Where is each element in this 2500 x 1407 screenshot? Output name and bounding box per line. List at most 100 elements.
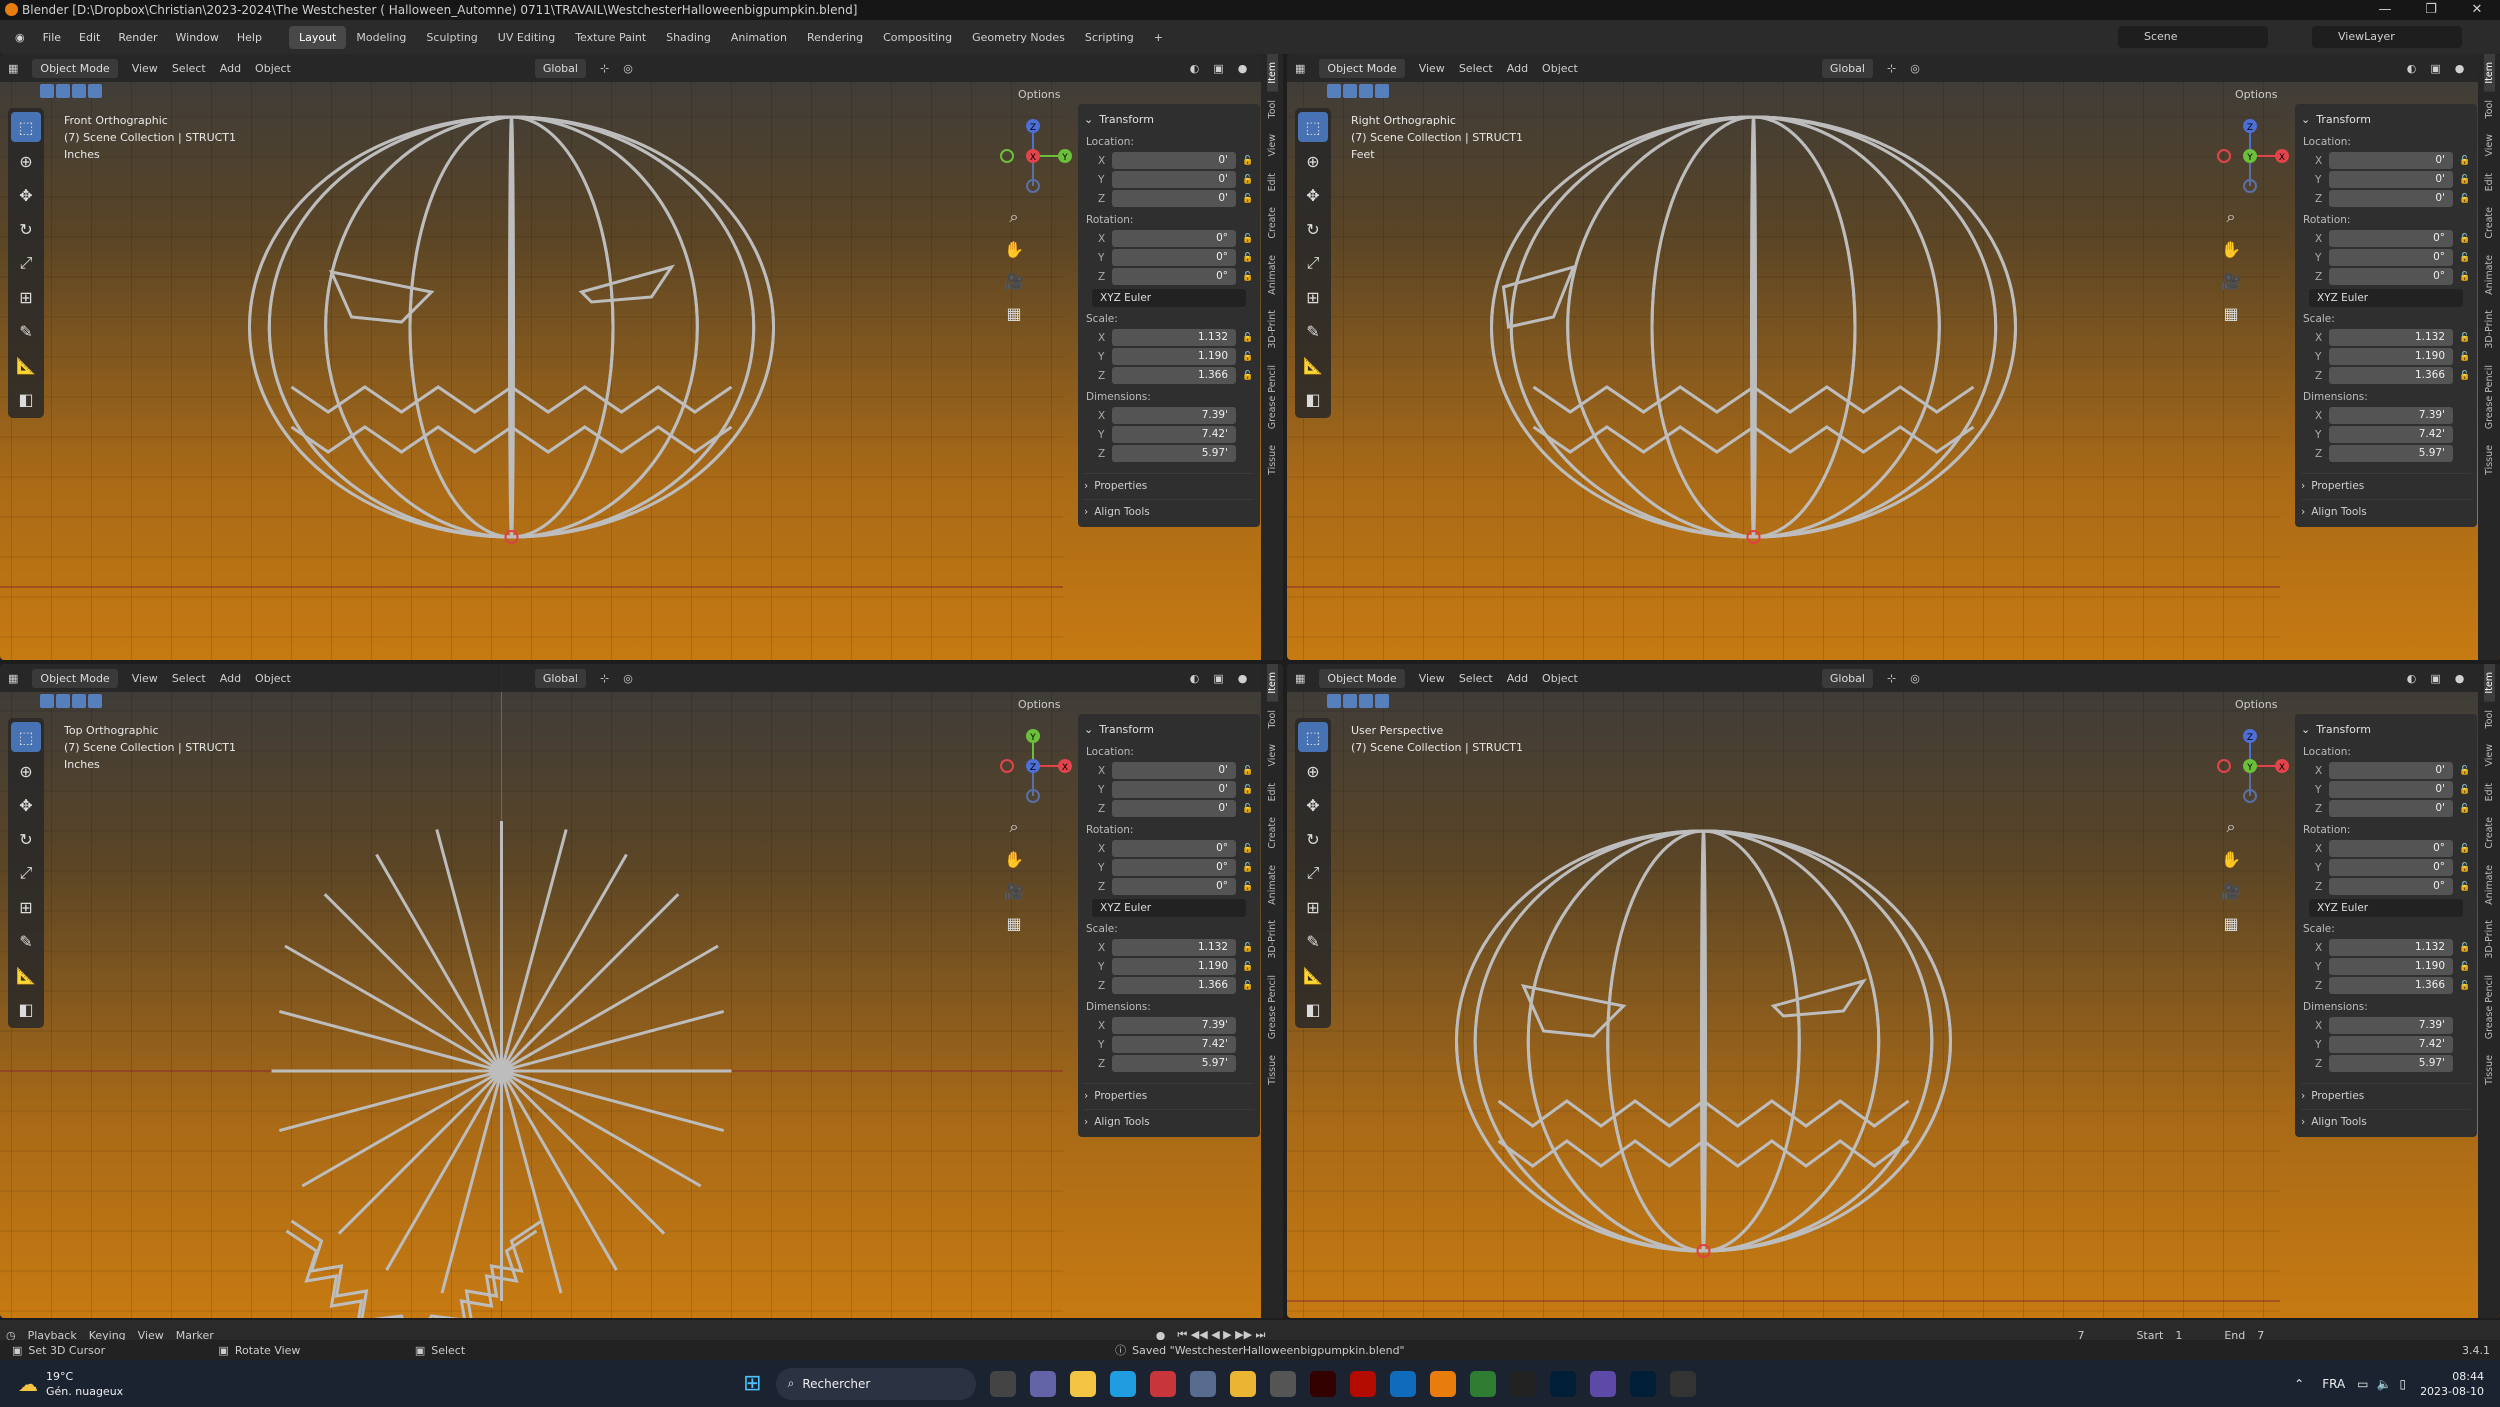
lock-icon[interactable]: 🔓 <box>1242 194 1254 204</box>
viewport-3[interactable]: ▦ Object Mode View Select Add Object Glo… <box>1287 664 2500 1318</box>
edge-icon[interactable] <box>1109 1370 1136 1397</box>
dimensions-field[interactable]: 7.42' <box>2329 1036 2453 1053</box>
camera-icon[interactable]: 🎥 <box>1001 268 1027 294</box>
transform-header[interactable]: ⌄ Transform <box>2301 718 2471 740</box>
menu-view[interactable]: View <box>1419 62 1445 75</box>
pan-hand-icon[interactable]: ✋ <box>1001 236 1027 262</box>
cursor-tool-icon[interactable]: ⊕ <box>11 756 41 786</box>
menu-add[interactable]: Add <box>220 672 241 685</box>
xray-icon[interactable]: ▣ <box>2430 62 2440 75</box>
overlay-icon[interactable]: ◐ <box>1190 672 1200 685</box>
rotation-field[interactable]: 0° <box>1112 859 1236 876</box>
task-view-icon[interactable] <box>989 1370 1016 1397</box>
blender-taskbar-icon[interactable] <box>1429 1370 1456 1397</box>
lock-icon[interactable]: 🔓 <box>2459 882 2471 892</box>
menu-add[interactable]: Add <box>1507 62 1528 75</box>
taskbar-search[interactable]: ⌕ Rechercher <box>775 1367 976 1400</box>
blender-menu-icon[interactable]: ◉ <box>6 31 34 44</box>
scale-tool-icon[interactable]: ⤢ <box>1298 858 1328 888</box>
viewport-0[interactable]: ▦ Object Mode View Select Add Object Glo… <box>0 54 1283 660</box>
align-tools-section[interactable]: › Align Tools <box>2301 1109 2471 1133</box>
lock-icon[interactable]: 🔓 <box>2459 785 2471 795</box>
windows-start-icon[interactable]: ⊞ <box>743 1371 761 1396</box>
outlook-icon[interactable] <box>1389 1370 1416 1397</box>
selection-mode-buttons[interactable] <box>1327 694 1389 714</box>
overlay-icon[interactable]: ◐ <box>2407 62 2417 75</box>
sidebar-tab-view[interactable]: View <box>2484 736 2495 775</box>
add-cube-tool-icon[interactable]: ◧ <box>11 994 41 1024</box>
annotate-tool-icon[interactable]: ✎ <box>11 316 41 346</box>
transform-tool-icon[interactable]: ⊞ <box>1298 282 1328 312</box>
sidebar-tab-view[interactable]: View <box>2484 126 2495 165</box>
rotation-field[interactable]: 0° <box>2329 249 2453 266</box>
sidebar-tab-tool[interactable]: Tool <box>1267 92 1278 126</box>
terminal-icon[interactable] <box>1669 1370 1696 1397</box>
pan-hand-icon[interactable]: ✋ <box>2218 236 2244 262</box>
navigation-gizmo[interactable]: Z Y X <box>2210 726 2290 806</box>
app-photo-icon[interactable] <box>1189 1370 1216 1397</box>
teams-icon[interactable] <box>1029 1370 1056 1397</box>
transform-tool-icon[interactable]: ⊞ <box>11 892 41 922</box>
lock-icon[interactable]: 🔓 <box>2459 804 2471 814</box>
viewport-1[interactable]: ▦ Object Mode View Select Add Object Glo… <box>1287 54 2500 660</box>
menu-edit[interactable]: Edit <box>70 31 109 44</box>
select-box-tool-icon[interactable]: ⬚ <box>1298 112 1328 142</box>
location-field[interactable]: 0' <box>1112 781 1236 798</box>
transform-tool-icon[interactable]: ⊞ <box>1298 892 1328 922</box>
cursor-tool-icon[interactable]: ⊕ <box>1298 146 1328 176</box>
lock-icon[interactable]: 🔓 <box>1242 804 1254 814</box>
rotation-field[interactable]: 0° <box>1112 268 1236 285</box>
rotation-field[interactable]: 0° <box>1112 249 1236 266</box>
snap-icon[interactable]: ⊹ <box>1887 672 1896 685</box>
grid-icon[interactable]: ▦ <box>2218 300 2244 326</box>
lock-icon[interactable]: 🔓 <box>2459 194 2471 204</box>
rotation-field[interactable]: 0° <box>2329 230 2453 247</box>
select-box-tool-icon[interactable]: ⬚ <box>11 112 41 142</box>
file-explorer-icon[interactable] <box>1069 1370 1096 1397</box>
properties-section[interactable]: › Properties <box>1084 473 1254 497</box>
lock-icon[interactable]: 🔓 <box>2459 272 2471 282</box>
app-green-icon[interactable] <box>1469 1370 1496 1397</box>
rotation-field[interactable]: 0° <box>2329 268 2453 285</box>
menu-object[interactable]: Object <box>1542 62 1578 75</box>
tab-texture-paint[interactable]: Texture Paint <box>565 26 656 49</box>
rotation-mode-select[interactable]: XYZ Euler <box>1092 899 1246 917</box>
lock-icon[interactable]: 🔓 <box>1242 371 1254 381</box>
camera-icon[interactable]: 🎥 <box>2218 878 2244 904</box>
editor-type-icon[interactable]: ▦ <box>8 62 18 75</box>
sidebar-tab-animate[interactable]: Animate <box>2484 247 2495 303</box>
camera-icon[interactable]: 🎥 <box>1001 878 1027 904</box>
lock-icon[interactable]: 🔓 <box>1242 943 1254 953</box>
sidebar-tab-view[interactable]: View <box>1267 736 1278 775</box>
scale-field[interactable]: 1.190 <box>1112 958 1236 975</box>
lock-icon[interactable]: 🔓 <box>2459 352 2471 362</box>
transform-header[interactable]: ⌄ Transform <box>1084 108 1254 130</box>
snap-icon[interactable]: ⊹ <box>600 62 609 75</box>
shading-solid-icon[interactable]: ● <box>1238 672 1248 685</box>
properties-section[interactable]: › Properties <box>2301 1083 2471 1107</box>
measure-tool-icon[interactable]: 📐 <box>11 350 41 380</box>
sidebar-tab-animate[interactable]: Animate <box>2484 857 2495 913</box>
menu-object[interactable]: Object <box>255 672 291 685</box>
add-workspace-button[interactable]: + <box>1144 26 1173 49</box>
menu-render[interactable]: Render <box>109 31 166 44</box>
scale-field[interactable]: 1.366 <box>2329 367 2453 384</box>
lock-icon[interactable]: 🔓 <box>1242 882 1254 892</box>
mode-selector[interactable]: Object Mode <box>1319 58 1405 78</box>
lock-icon[interactable]: 🔓 <box>2459 156 2471 166</box>
tab-sculpting[interactable]: Sculpting <box>416 26 487 49</box>
lock-icon[interactable]: 🔓 <box>2459 962 2471 972</box>
options-button[interactable]: Options <box>1018 698 1060 711</box>
scale-tool-icon[interactable]: ⤢ <box>1298 248 1328 278</box>
properties-section[interactable]: › Properties <box>2301 473 2471 497</box>
xray-icon[interactable]: ▣ <box>1213 672 1223 685</box>
dimensions-field[interactable]: 5.97' <box>2329 445 2453 462</box>
zoom-icon[interactable]: ⌕ <box>1001 814 1027 840</box>
maximize-button[interactable]: ❐ <box>2408 0 2454 20</box>
location-field[interactable]: 0' <box>2329 800 2453 817</box>
dimensions-field[interactable]: 5.97' <box>1112 1055 1236 1072</box>
options-button[interactable]: Options <box>2235 698 2277 711</box>
dimensions-field[interactable]: 7.39' <box>2329 407 2453 424</box>
menu-object[interactable]: Object <box>255 62 291 75</box>
lock-icon[interactable]: 🔓 <box>1242 785 1254 795</box>
